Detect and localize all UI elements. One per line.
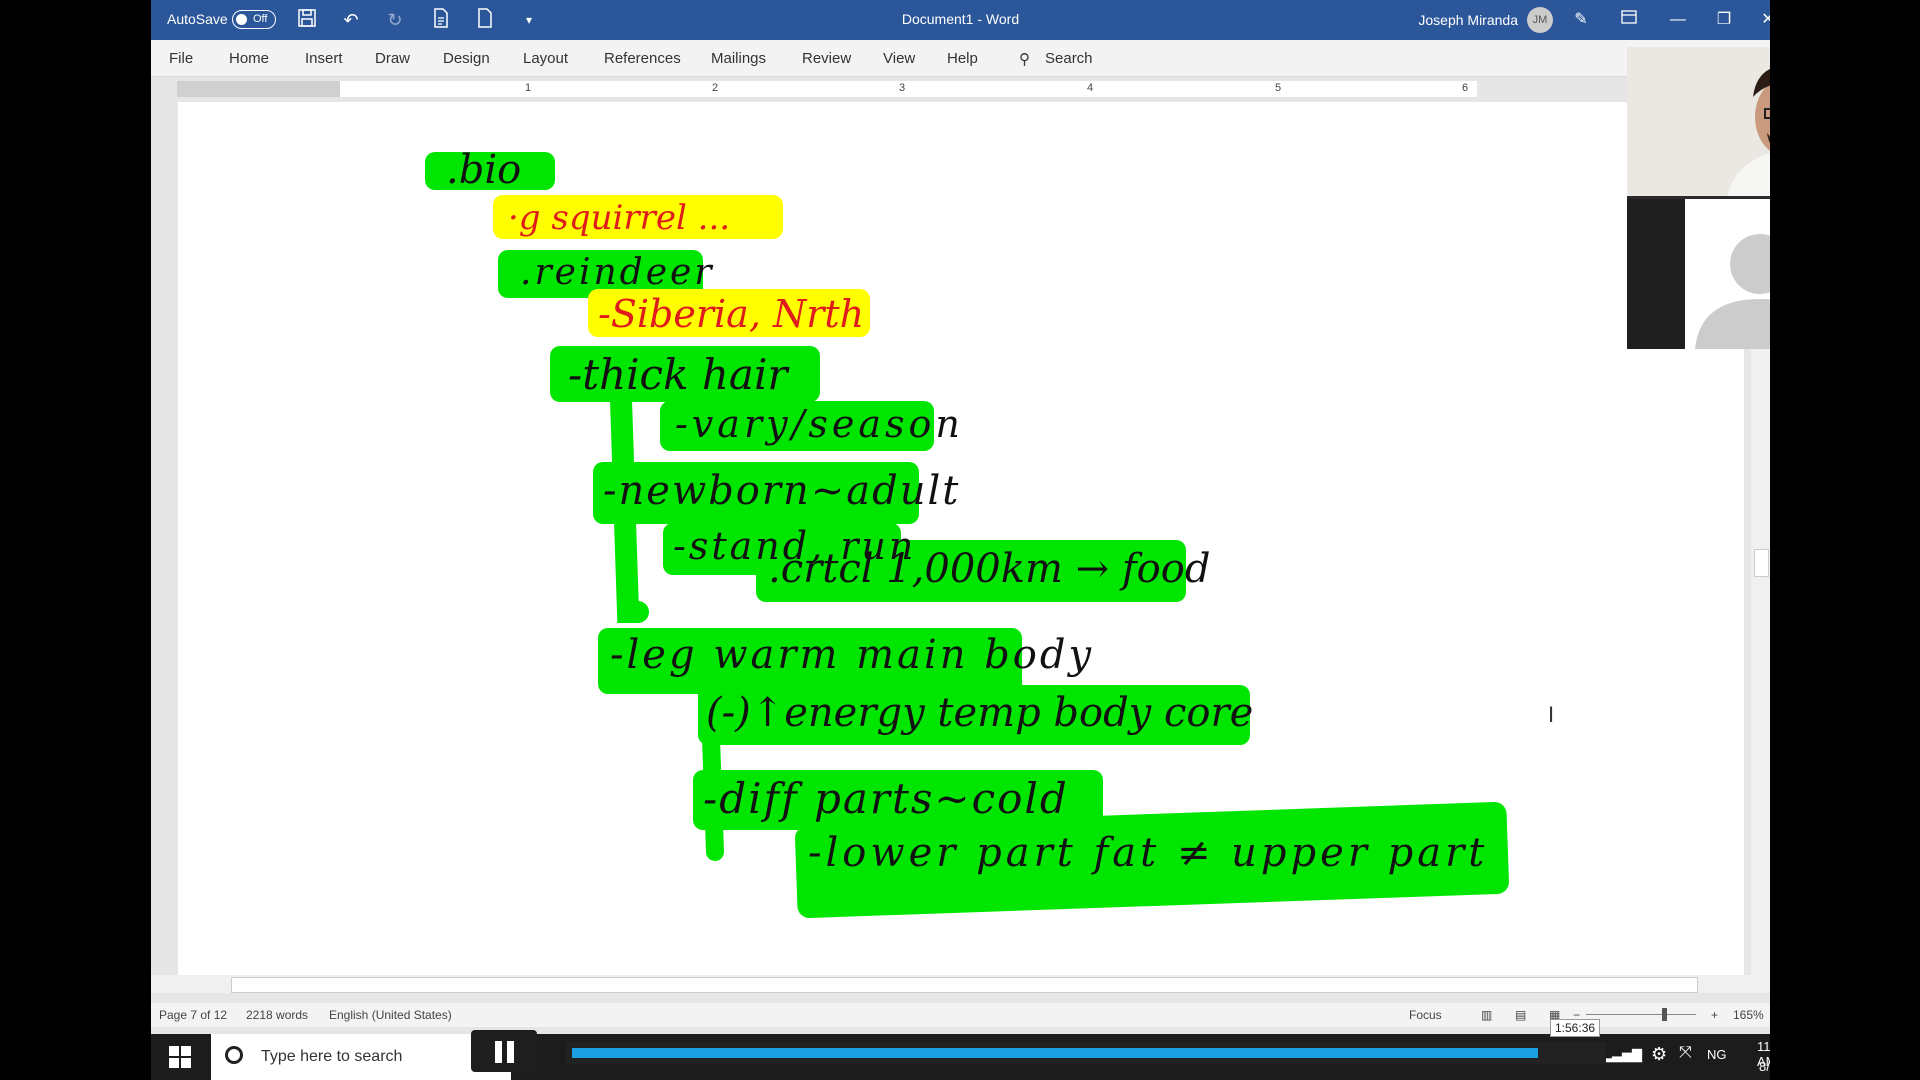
video-call-panel xyxy=(1627,47,1770,349)
tab-view[interactable]: View xyxy=(883,50,915,67)
title-bar: AutoSave Off ↶ ↻ ▾ Document1 - Word Jose… xyxy=(151,0,1770,40)
tab-help[interactable]: Help xyxy=(947,50,978,67)
read-mode-icon[interactable]: ▥ xyxy=(1481,1008,1492,1022)
ribbon-tabs: File Home Insert Draw Design Layout Refe… xyxy=(151,40,1770,77)
ruler-number: 2 xyxy=(712,82,719,94)
horizontal-scrollbar[interactable] xyxy=(151,975,1770,993)
ink-line: -thick hair xyxy=(568,350,788,399)
minimize-icon[interactable]: — xyxy=(1664,6,1692,34)
ink-line: .reindeer xyxy=(520,252,715,293)
ribbon-display-icon[interactable] xyxy=(1615,6,1643,34)
tab-mailings[interactable]: Mailings xyxy=(711,50,766,67)
focus-button[interactable]: Focus xyxy=(1409,1008,1442,1022)
zoom-in-icon[interactable]: + xyxy=(1711,1008,1718,1022)
video-controls: 1:56:36 xyxy=(414,1019,1614,1072)
participant-video xyxy=(1627,199,1770,349)
settings-icon[interactable]: ⚙ xyxy=(1651,1044,1667,1065)
video-timestamp: 1:56:36 xyxy=(1550,1019,1601,1037)
scroll-thumb[interactable] xyxy=(1754,549,1769,577)
status-bar: Page 7 of 12 2218 words English (United … xyxy=(151,1003,1770,1027)
search-icon[interactable]: ⚲ xyxy=(1019,50,1030,68)
person-avatar-icon xyxy=(1685,199,1770,349)
tab-insert[interactable]: Insert xyxy=(305,50,343,67)
print-layout-icon[interactable]: ▤ xyxy=(1515,1008,1526,1022)
ink-line: -diff parts~cold xyxy=(703,774,1069,823)
tab-draw[interactable]: Draw xyxy=(375,50,410,67)
pause-bar xyxy=(495,1041,502,1063)
ink-text-layer: .bio ·g squirrel ... .reindeer -Siberia,… xyxy=(178,102,1744,975)
text-cursor-icon: I xyxy=(1548,702,1555,727)
clock-date[interactable]: 8/19/2019 xyxy=(1759,1059,1770,1074)
ink-line: ·g squirrel ... xyxy=(508,198,731,238)
ruler-number: 6 xyxy=(1462,82,1469,94)
tab-file[interactable]: File xyxy=(169,50,193,67)
scroll-thumb[interactable] xyxy=(231,977,1698,993)
word-count[interactable]: 2218 words xyxy=(246,1008,308,1022)
user-name[interactable]: Joseph Miranda xyxy=(1418,12,1518,28)
zoom-slider-knob[interactable] xyxy=(1662,1008,1667,1021)
restore-icon[interactable]: ❐ xyxy=(1710,6,1738,34)
pause-bar xyxy=(507,1041,514,1063)
tab-design[interactable]: Design xyxy=(443,50,490,67)
search-placeholder: Type here to search xyxy=(261,1048,403,1065)
pause-button[interactable] xyxy=(471,1030,537,1072)
presenter-video xyxy=(1627,47,1770,196)
page-count[interactable]: Page 7 of 12 xyxy=(159,1008,227,1022)
ruler-margin xyxy=(177,81,340,97)
participant-placeholder xyxy=(1685,199,1770,349)
cortana-icon xyxy=(225,1046,243,1064)
ink-line: -leg warm main body xyxy=(610,632,1095,678)
ruler-number: 5 xyxy=(1275,82,1282,94)
ink-line: -newborn~adult xyxy=(603,468,961,514)
tab-references[interactable]: References xyxy=(604,50,681,67)
ink-line: .crtcl 1,000km → food xyxy=(768,546,1211,592)
horizontal-ruler: 1 2 3 4 5 6 xyxy=(151,77,1770,102)
ruler-track xyxy=(177,81,1477,97)
video-progress-fill xyxy=(572,1048,1538,1058)
tab-home[interactable]: Home xyxy=(229,50,269,67)
ink-line: -vary/season xyxy=(675,402,964,446)
windows-start-icon[interactable] xyxy=(169,1046,191,1073)
zoom-level[interactable]: 165% xyxy=(1733,1008,1764,1022)
tab-review[interactable]: Review xyxy=(802,50,851,67)
word-window: AutoSave Off ↶ ↻ ▾ Document1 - Word Jose… xyxy=(151,0,1770,1080)
tab-layout[interactable]: Layout xyxy=(523,50,568,67)
fullscreen-icon[interactable]: ⤧ xyxy=(1679,1044,1692,1062)
zoom-slider[interactable] xyxy=(1586,1008,1696,1021)
search-label[interactable]: Search xyxy=(1045,50,1093,67)
user-avatar[interactable]: JM xyxy=(1527,7,1553,33)
pen-icon[interactable]: ✎ xyxy=(1567,6,1595,34)
input-language[interactable]: NG xyxy=(1707,1047,1727,1062)
ruler-number: 1 xyxy=(525,82,532,94)
document-page[interactable]: .bio ·g squirrel ... .reindeer -Siberia,… xyxy=(178,102,1744,975)
close-icon[interactable]: ✕ xyxy=(1754,6,1770,34)
language-status[interactable]: English (United States) xyxy=(329,1008,452,1022)
ruler-number: 4 xyxy=(1087,82,1094,94)
ink-line: (-)↑energy temp body core xyxy=(706,690,1254,736)
ink-line: -lower part fat ≠ upper part xyxy=(808,830,1489,876)
ink-line: .bio xyxy=(446,147,522,193)
ink-line: -Siberia, Nrth xyxy=(598,292,865,336)
video-progress[interactable] xyxy=(566,1042,1606,1064)
ruler-number: 3 xyxy=(899,82,906,94)
